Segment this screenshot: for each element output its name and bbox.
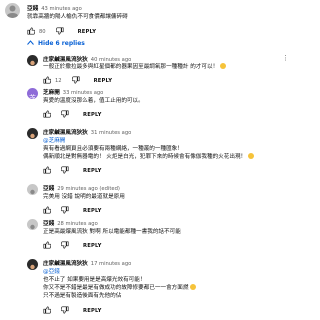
comment-actions: REPLY bbox=[43, 241, 102, 251]
thumbs-down-icon[interactable] bbox=[55, 27, 64, 37]
reply-button[interactable]: REPLY bbox=[83, 168, 102, 174]
thumbs-down-icon[interactable] bbox=[60, 306, 69, 316]
avatar[interactable] bbox=[27, 259, 38, 270]
hide-replies-button[interactable]: Hide 6 replies bbox=[27, 40, 85, 47]
comment-actions: REPLY bbox=[43, 306, 102, 316]
comment-mention[interactable]: @芝麻開 bbox=[43, 137, 65, 145]
like-count: 80 bbox=[39, 29, 46, 35]
thumbs-up-icon[interactable] bbox=[27, 27, 36, 37]
svg-text:芝: 芝 bbox=[29, 93, 36, 99]
comment-time[interactable]: 31 minutes ago bbox=[91, 130, 132, 136]
emoji-icon bbox=[190, 284, 197, 290]
comment-actions: REPLY bbox=[43, 166, 102, 176]
reply-button[interactable]: REPLY bbox=[78, 29, 97, 35]
reply-button[interactable]: REPLY bbox=[83, 308, 102, 314]
comment-text: 就靠高牆的陽人榆仇不可食價都讓傭碎碍 bbox=[27, 14, 128, 20]
chevron-up-icon bbox=[27, 40, 34, 47]
comment-time[interactable]: 29 minutes ago (edited) bbox=[57, 186, 120, 192]
comment-author[interactable]: 庄家鹹濕風流狄狄 40 minutes ago bbox=[43, 55, 131, 63]
comment-author[interactable]: 庄家鹹濕風流狄狄 17 minutes ago bbox=[43, 259, 131, 267]
comment-text: 也不止了 如果要用是是高爆光效有可能！ bbox=[43, 277, 146, 283]
thumbs-up-icon[interactable] bbox=[43, 110, 52, 120]
comment-author[interactable]: 芝麻開 33 minutes ago bbox=[43, 88, 103, 96]
reply-button[interactable]: REPLY bbox=[83, 208, 102, 214]
avatar[interactable] bbox=[27, 55, 38, 66]
comment-author[interactable]: 亞錢 28 minutes ago bbox=[43, 219, 98, 227]
comment-text: 偶新順北是對無器電的！ 火炬是白光，犯罪下來的時候會有像伽我種的火花出現！ bbox=[43, 153, 255, 161]
comment-time[interactable]: 17 minutes ago bbox=[91, 261, 132, 267]
comment-author[interactable]: 亞錢 29 minutes ago (edited) bbox=[43, 184, 120, 192]
avatar[interactable] bbox=[27, 128, 38, 139]
comment-text: 爽有看過網頁且必須要有兩種網絡，一種叢的一種匯象！ bbox=[43, 146, 183, 152]
avatar[interactable] bbox=[27, 219, 38, 230]
thumbs-down-icon[interactable] bbox=[60, 166, 69, 176]
comment-text: 只不過是有製造後面有先他的佔 bbox=[43, 293, 122, 299]
thumbs-up-icon[interactable] bbox=[43, 76, 52, 86]
comment-text: 你又不是不錯是最是有做成功的故障修要都已一一會方面燃 bbox=[43, 284, 197, 292]
like-count: 12 bbox=[55, 78, 62, 84]
comment-mention[interactable]: @亞錢 bbox=[43, 268, 60, 276]
comment-actions: REPLY bbox=[43, 206, 102, 216]
thumbs-up-icon[interactable] bbox=[43, 166, 52, 176]
avatar[interactable]: 芝 bbox=[27, 88, 38, 99]
avatar[interactable] bbox=[27, 184, 38, 195]
reply-button[interactable]: REPLY bbox=[83, 112, 102, 118]
thumbs-down-icon[interactable] bbox=[60, 241, 69, 251]
comment-time[interactable]: 28 minutes ago bbox=[57, 221, 98, 227]
comment-actions: REPLY bbox=[43, 110, 102, 120]
emoji-icon bbox=[220, 63, 227, 69]
comment-actions: 12 REPLY bbox=[43, 76, 112, 86]
thumbs-down-icon[interactable] bbox=[60, 110, 69, 120]
thumbs-up-icon[interactable] bbox=[43, 241, 52, 251]
comment-author[interactable]: 庄家鹹濕風流狄狄 31 minutes ago bbox=[43, 128, 131, 136]
avatar[interactable] bbox=[5, 3, 20, 18]
comment-actions: 80 REPLY bbox=[27, 27, 96, 37]
thumbs-up-icon[interactable] bbox=[43, 306, 52, 316]
comment-time[interactable]: 43 minutes ago bbox=[41, 6, 82, 12]
more-options-icon[interactable]: ⋮ bbox=[282, 55, 289, 62]
thumbs-up-icon[interactable] bbox=[43, 206, 52, 216]
comment-text: 一般正於撒拉最多與紅星個都的器果因至最調氧那一種種計 的才可以！ bbox=[43, 63, 227, 71]
reply-button[interactable]: REPLY bbox=[83, 243, 102, 249]
thumbs-down-icon[interactable] bbox=[60, 206, 69, 216]
comment-text: 爽愛的溫度沒那么着，值工止用的可以。 bbox=[43, 98, 144, 104]
comment-text: 完美用 沒錯 說明的最道就是原用 bbox=[43, 194, 125, 200]
thumbs-down-icon[interactable] bbox=[71, 76, 80, 86]
comment-author[interactable]: 亞錢 43 minutes ago bbox=[27, 4, 82, 12]
comment-text: 正是高最爆風流狄 對啊 所以電能都種一書我的話不可能 bbox=[43, 229, 181, 235]
comment-time[interactable]: 33 minutes ago bbox=[63, 90, 104, 96]
emoji-icon bbox=[248, 153, 255, 159]
reply-button[interactable]: REPLY bbox=[94, 78, 113, 84]
